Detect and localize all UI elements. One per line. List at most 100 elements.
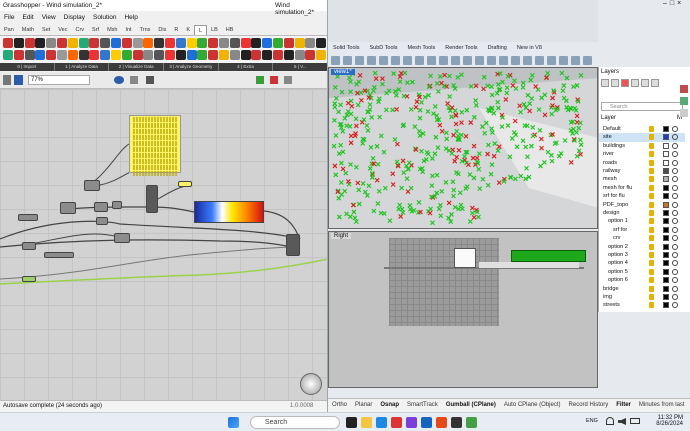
language-indicator[interactable]: ENG <box>586 418 598 424</box>
layer-color-swatch[interactable] <box>663 226 669 233</box>
component-icon[interactable] <box>305 38 316 48</box>
battery-icon[interactable] <box>630 418 640 424</box>
outlook-icon[interactable] <box>421 417 432 428</box>
layer-row[interactable]: railway <box>599 167 685 175</box>
right-viewport[interactable]: Right <box>328 231 598 388</box>
layer-row[interactable]: streets <box>599 301 685 309</box>
layer-color-swatch[interactable] <box>663 260 669 267</box>
material-icon[interactable] <box>672 218 678 225</box>
lightbulb-icon[interactable] <box>649 302 654 309</box>
component-icon[interactable] <box>78 50 89 60</box>
lightbulb-icon[interactable] <box>649 226 654 233</box>
status-planar[interactable]: Planar <box>351 399 376 412</box>
component-icon[interactable] <box>208 38 219 48</box>
group-analyze-geometry[interactable]: 3 | Analyze Geometry <box>164 63 219 71</box>
material-icon[interactable] <box>672 201 678 208</box>
component-icon[interactable] <box>273 38 283 48</box>
component-icon[interactable] <box>165 38 175 48</box>
toolbar-icon[interactable] <box>439 56 448 65</box>
wire-icon[interactable] <box>146 76 154 84</box>
layer-color-swatch[interactable] <box>663 168 669 174</box>
component-icon[interactable] <box>273 50 283 60</box>
lightbulb-icon[interactable] <box>649 260 654 267</box>
legend-gradient[interactable] <box>194 201 264 223</box>
task-view-icon[interactable] <box>346 417 357 428</box>
layer-row[interactable]: option 4 <box>599 259 685 267</box>
layer-row[interactable]: option 1 <box>599 217 685 225</box>
app-icon[interactable] <box>436 417 447 428</box>
material-icon[interactable] <box>672 210 678 216</box>
viewport-label[interactable]: Right <box>331 233 352 239</box>
tab-math[interactable]: Math <box>18 25 38 35</box>
slider-node[interactable] <box>44 252 74 258</box>
component-icon[interactable] <box>240 38 251 48</box>
component-icon[interactable] <box>283 50 294 60</box>
toolbar-icon[interactable] <box>451 56 460 65</box>
toolbar-icon[interactable] <box>499 56 508 65</box>
material-icon[interactable] <box>672 268 678 275</box>
component-icon[interactable] <box>175 50 186 60</box>
component-icon[interactable] <box>121 38 132 48</box>
layer-row[interactable]: option 3 <box>599 251 685 259</box>
rhino-icon[interactable] <box>451 417 462 428</box>
layer-color-swatch[interactable] <box>663 142 669 149</box>
material-icon[interactable] <box>672 252 678 258</box>
perspective-viewport[interactable]: view1* <box>328 67 598 229</box>
menu-edit[interactable]: Edit <box>18 12 37 24</box>
component-icon[interactable] <box>24 38 35 48</box>
toolbar-icon[interactable] <box>475 56 484 65</box>
material-icon[interactable] <box>672 302 678 309</box>
toolbar-icon[interactable] <box>571 56 580 65</box>
maximize-icon[interactable]: □ <box>670 0 674 10</box>
layer-color-swatch[interactable] <box>663 252 669 258</box>
toolbar-icon[interactable] <box>415 56 424 65</box>
material-icon[interactable] <box>672 243 678 250</box>
menu-solution[interactable]: Solution <box>89 12 121 24</box>
component-icon[interactable] <box>67 50 78 60</box>
layer-row[interactable]: option 6 <box>599 276 685 284</box>
layer-row[interactable]: srf for <box>599 226 685 234</box>
component-node[interactable] <box>22 242 36 250</box>
layer-row[interactable]: crv <box>599 234 685 242</box>
lightbulb-icon[interactable] <box>649 193 654 200</box>
toolbar-icon[interactable] <box>355 56 364 65</box>
menu-view[interactable]: View <box>38 12 60 24</box>
layer-row[interactable]: mesh <box>599 175 685 183</box>
component-icon[interactable] <box>132 50 143 60</box>
component-node[interactable] <box>286 234 300 256</box>
component-icon[interactable] <box>305 50 316 60</box>
status-auto-cplane[interactable]: Auto CPlane (Object) <box>500 399 565 412</box>
wifi-icon[interactable] <box>606 417 614 425</box>
viewport-label[interactable]: view1* <box>331 69 355 75</box>
tab-lb[interactable]: LB <box>207 25 222 35</box>
material-icon[interactable] <box>672 126 678 132</box>
layer-color-swatch[interactable] <box>663 184 669 191</box>
component-icon[interactable] <box>229 50 240 60</box>
component-icon[interactable] <box>3 38 13 48</box>
new-layer-icon[interactable] <box>601 79 609 87</box>
toolbar-icon[interactable] <box>379 56 388 65</box>
layer-color-swatch[interactable] <box>663 277 669 284</box>
layer-row[interactable]: roads <box>599 159 685 167</box>
component-icon[interactable] <box>219 38 229 48</box>
toolbar-icon[interactable] <box>343 56 352 65</box>
status-gumball[interactable]: Gumball (CPlane) <box>442 399 500 412</box>
data-panel[interactable] <box>129 115 181 176</box>
settings-icon[interactable] <box>284 76 292 84</box>
tab-render-tools[interactable]: Render Tools <box>440 44 482 54</box>
edge-icon[interactable] <box>376 417 387 428</box>
preview-icon[interactable] <box>130 76 138 84</box>
layer-color-swatch[interactable] <box>663 201 669 208</box>
layer-row[interactable]: PDF_topo <box>599 201 685 209</box>
lightbulb-icon[interactable] <box>649 134 654 141</box>
group-extra[interactable]: 4 | Extra <box>218 63 274 71</box>
menu-display[interactable]: Display <box>60 12 89 24</box>
layer-row[interactable]: option 2 <box>599 243 685 251</box>
component-icon[interactable] <box>100 38 111 48</box>
layer-row[interactable]: design <box>599 209 685 217</box>
clock[interactable]: 11:32 PM 8/26/2024 <box>645 415 683 427</box>
tab-new-in-v8[interactable]: New in V8 <box>512 44 547 54</box>
status-ortho[interactable]: Ortho <box>328 399 351 412</box>
layer-color-swatch[interactable] <box>663 294 669 300</box>
component-icon[interactable] <box>316 38 327 48</box>
